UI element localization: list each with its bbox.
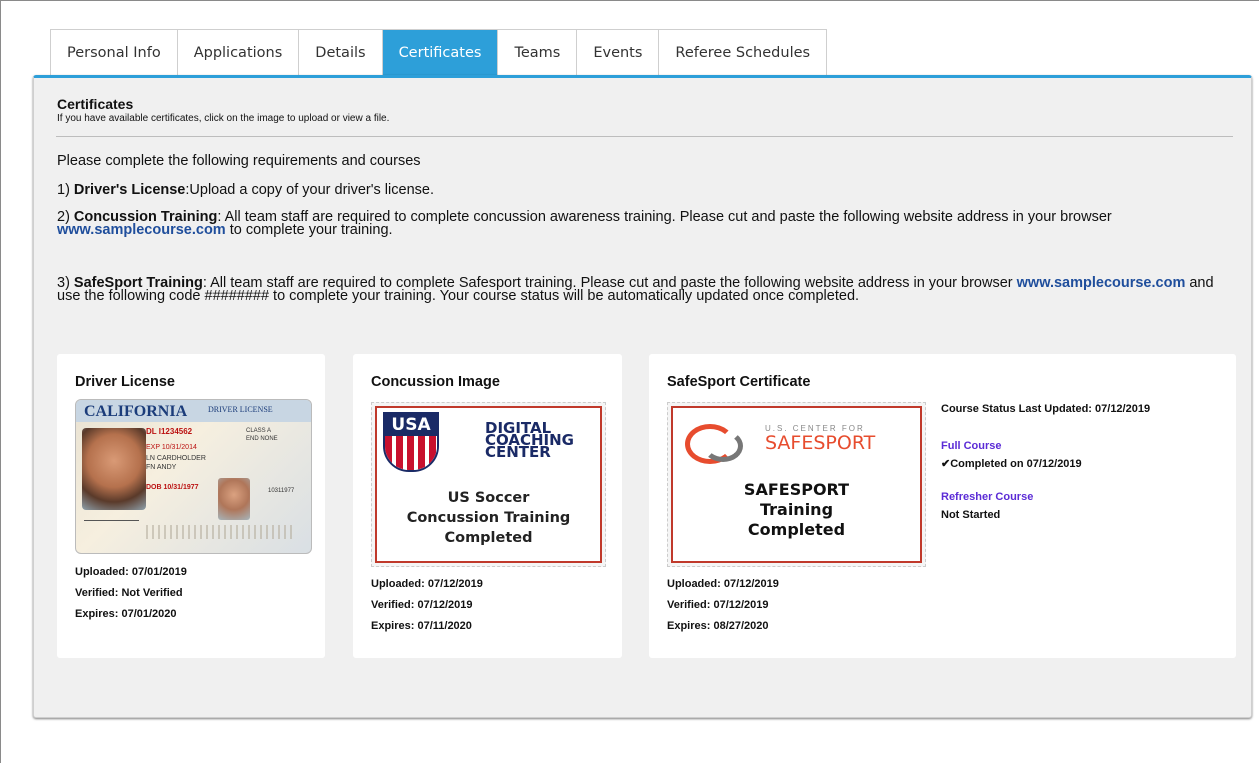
concussion-image[interactable]: USA DIGITAL COACHING CENTER US Soccer Co… bbox=[371, 402, 606, 567]
license-last-name: LN CARDHOLDER bbox=[146, 455, 206, 462]
safesport-meta: Uploaded: 07/12/2019 Verified: 07/12/201… bbox=[667, 574, 779, 637]
license-first-name: FN ANDY bbox=[146, 464, 177, 471]
safesport-course-link[interactable]: www.samplecourse.com bbox=[1017, 275, 1186, 291]
concussion-line-1: US Soccer bbox=[447, 490, 530, 506]
safesport-card: SafeSport Certificate U.S. CENTER FOR SA… bbox=[649, 354, 1236, 658]
course-status-updated: Course Status Last Updated: 07/12/2019 bbox=[941, 403, 1151, 415]
digital-coaching-center: DIGITAL COACHING CENTER bbox=[485, 421, 574, 460]
license-class: CLASS A bbox=[246, 428, 272, 434]
license-id-number: 10311977 bbox=[268, 488, 295, 494]
concussion-card: Concussion Image USA DIGITAL COACHING CE… bbox=[353, 354, 622, 658]
requirement-drivers-license: 1) Driver's License:Upload a copy of you… bbox=[57, 182, 1227, 198]
usa-shield-stripes bbox=[385, 436, 437, 470]
license-dob: DOB 10/31/1977 bbox=[146, 484, 199, 491]
full-course-link[interactable]: Full Course bbox=[941, 440, 1002, 452]
driver-license-title: Driver License bbox=[75, 374, 175, 390]
concussion-course-link[interactable]: www.samplecourse.com bbox=[57, 222, 226, 238]
concussion-line-3: Completed bbox=[444, 530, 533, 546]
concussion-title: Concussion Image bbox=[371, 374, 500, 390]
refresher-course-status: Not Started bbox=[941, 509, 1001, 521]
driver-verified: Verified: Not Verified bbox=[75, 587, 183, 599]
section-divider bbox=[56, 136, 1233, 137]
license-dl-number: DL I1234562 bbox=[146, 427, 193, 436]
concussion-verified: Verified: 07/12/2019 bbox=[371, 599, 473, 611]
refresher-course-link[interactable]: Refresher Course bbox=[941, 491, 1033, 503]
safesport-line-2: Training bbox=[759, 500, 834, 519]
requirement-safesport: 3) SafeSport Training: All team staff ar… bbox=[57, 275, 1227, 304]
concussion-uploaded: Uploaded: 07/12/2019 bbox=[371, 578, 483, 590]
driver-license-image[interactable]: CALIFORNIA DRIVER LICENSE DL I1234562 EX… bbox=[75, 399, 312, 554]
requirements-intro: Please complete the following requiremen… bbox=[57, 153, 421, 169]
safesport-title: SafeSport Certificate bbox=[667, 374, 811, 390]
concussion-cert-text: US Soccer Concussion Training Completed bbox=[377, 488, 600, 548]
safesport-uploaded: Uploaded: 07/12/2019 bbox=[667, 578, 779, 590]
window-left-border bbox=[0, 0, 1, 763]
section-title: Certificates bbox=[57, 96, 134, 112]
safesport-certificate: U.S. CENTER FOR SAFESPORT SAFESPORT Trai… bbox=[671, 406, 922, 563]
req1-label: Driver's License bbox=[73, 182, 186, 198]
usa-shield-icon: USA bbox=[383, 412, 439, 472]
requirement-concussion: 2) Concussion Training: All team staff a… bbox=[57, 210, 1227, 238]
concussion-line-2: Concussion Training bbox=[406, 510, 571, 526]
license-ghost-photo bbox=[218, 478, 250, 520]
safesport-expires: Expires: 08/27/2020 bbox=[667, 620, 769, 632]
license-photo bbox=[82, 428, 146, 510]
tab-details[interactable]: Details bbox=[299, 30, 383, 76]
swoosh-gray bbox=[703, 430, 743, 462]
req1-text: :Upload a copy of your driver's license. bbox=[185, 182, 434, 198]
tab-teams[interactable]: Teams bbox=[498, 30, 578, 76]
certificates-panel: Certificates If you have available certi… bbox=[33, 75, 1252, 718]
license-expiry: EXP 10/31/2014 bbox=[146, 444, 197, 451]
concussion-expires: Expires: 07/11/2020 bbox=[371, 620, 472, 632]
safesport-swoosh-icon bbox=[685, 420, 743, 464]
profile-tabs: Personal Info Applications Details Certi… bbox=[50, 29, 828, 76]
section-subtitle: If you have available certificates, clic… bbox=[57, 113, 390, 124]
license-endorsement: END NONE bbox=[246, 436, 278, 442]
license-fine-print bbox=[146, 525, 296, 539]
window-top-border bbox=[0, 0, 1259, 1]
safesport-verified: Verified: 07/12/2019 bbox=[667, 599, 769, 611]
driver-license-card: Driver License CALIFORNIA DRIVER LICENSE… bbox=[57, 354, 325, 658]
driver-expires: Expires: 07/01/2020 bbox=[75, 608, 177, 620]
safesport-line-1: SAFESPORT bbox=[743, 480, 850, 499]
tab-events[interactable]: Events bbox=[577, 30, 660, 76]
tab-certificates[interactable]: Certificates bbox=[382, 30, 499, 76]
license-signature-line bbox=[84, 520, 139, 521]
driver-license-meta: Uploaded: 07/01/2019 Verified: Not Verif… bbox=[75, 562, 187, 625]
safesport-brand: SAFESPORT bbox=[765, 432, 876, 454]
concussion-certificate: USA DIGITAL COACHING CENTER US Soccer Co… bbox=[375, 406, 602, 563]
req1-prefix: 1) bbox=[57, 182, 74, 198]
license-doc-type: DRIVER LICENSE bbox=[208, 405, 273, 414]
safesport-image[interactable]: U.S. CENTER FOR SAFESPORT SAFESPORT Trai… bbox=[667, 402, 926, 567]
tab-applications[interactable]: Applications bbox=[178, 30, 300, 76]
full-course-status: ✔Completed on 07/12/2019 bbox=[941, 458, 1082, 470]
usa-logo-text: USA bbox=[385, 414, 437, 436]
driver-uploaded: Uploaded: 07/01/2019 bbox=[75, 566, 187, 578]
req2-text-b: to complete your training. bbox=[225, 222, 393, 238]
concussion-meta: Uploaded: 07/12/2019 Verified: 07/12/201… bbox=[371, 574, 483, 637]
tab-personal-info[interactable]: Personal Info bbox=[51, 30, 178, 76]
safesport-cert-text: SAFESPORT Training Completed bbox=[673, 480, 920, 540]
tab-referee-schedules[interactable]: Referee Schedules bbox=[659, 30, 826, 76]
safesport-line-3: Completed bbox=[747, 520, 846, 539]
license-state: CALIFORNIA bbox=[84, 403, 188, 420]
